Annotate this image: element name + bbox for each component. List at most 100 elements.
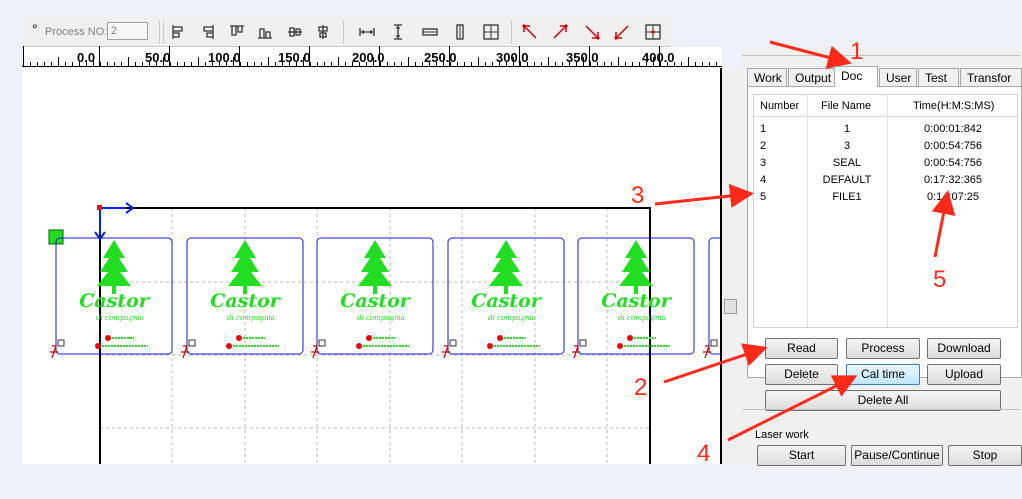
- table-row[interactable]: 1 1 0:00:01:842: [754, 121, 1017, 138]
- column-header-file-name[interactable]: File Name: [821, 100, 871, 112]
- cell-number: 5: [760, 191, 767, 203]
- tree-logo-icon: [358, 240, 392, 294]
- laser-work-label: Laser work: [755, 429, 809, 441]
- design-item[interactable]: Castor di compagnia: [50, 237, 173, 359]
- design-canvas[interactable]: Castor di compagnia Castor di compagnia Cast…: [22, 68, 722, 464]
- brand-text: Castor: [210, 290, 282, 312]
- toolbar-separator: [343, 20, 344, 44]
- toolbar-separator: [159, 20, 160, 44]
- tab-work[interactable]: Work: [747, 68, 787, 86]
- node-marker-icon: [442, 345, 450, 359]
- pause-continue-button[interactable]: Pause/Continue: [851, 445, 943, 466]
- design-item[interactable]: Castor di compagnia: [181, 237, 304, 359]
- align-vcenter-icon[interactable]: [312, 21, 334, 43]
- cell-number: 2: [760, 140, 767, 152]
- brand-subtext: di compagnia: [357, 314, 405, 322]
- file-table[interactable]: Number File Name Time(H:M:S:MS) 1 1 0:00…: [753, 94, 1018, 328]
- cell-file-name: 3: [843, 140, 851, 152]
- design-item[interactable]: Castor di compagnia: [572, 237, 695, 359]
- design-item[interactable]: Castordi compagnia: [703, 237, 722, 359]
- align-right-icon[interactable]: [196, 21, 218, 43]
- tab-user[interactable]: User: [879, 68, 917, 86]
- download-button[interactable]: Download: [927, 338, 1001, 359]
- table-row[interactable]: 2 3 0:00:54:756: [754, 138, 1017, 155]
- node-marker-icon: [50, 345, 58, 359]
- align-left-icon[interactable]: [168, 21, 190, 43]
- upload-button[interactable]: Upload: [927, 364, 1001, 385]
- toolbar-separator: [511, 20, 512, 44]
- table-header: Number File Name Time(H:M:S:MS): [754, 95, 1017, 117]
- annotation-number-5: 5: [933, 266, 947, 293]
- tree-logo-icon: [489, 240, 523, 294]
- column-header-time[interactable]: Time(H:M:S:MS): [913, 100, 994, 112]
- brand-text: Castor: [601, 290, 673, 312]
- table-row[interactable]: 4 DEFAULT 0:17:32:365: [754, 172, 1017, 189]
- scrollbar-thumb[interactable]: [724, 299, 737, 314]
- tab-test[interactable]: Test: [918, 68, 959, 86]
- cell-time: 0:00:54:756: [923, 157, 983, 169]
- design-item[interactable]: Castor di compagnia: [311, 237, 434, 359]
- table-row[interactable]: 3 SEAL 0:00:54:756: [754, 155, 1017, 172]
- read-button[interactable]: Read: [765, 338, 838, 359]
- vertical-scrollbar[interactable]: [722, 68, 740, 464]
- process-button[interactable]: Process: [846, 338, 920, 359]
- column-header-number[interactable]: Number: [760, 100, 799, 112]
- tree-logo-icon: [619, 240, 653, 294]
- right-panel: Work Output Doc User Test Transfor Numbe…: [740, 47, 1022, 466]
- cell-number: 1: [760, 123, 767, 135]
- delete-all-button[interactable]: Delete All: [765, 390, 1001, 411]
- tab-transform[interactable]: Transfor: [960, 68, 1022, 86]
- brand-subtext: di compagnia: [227, 314, 275, 322]
- align-top-icon[interactable]: [226, 21, 248, 43]
- brand-subtext: di compagnia: [488, 314, 536, 322]
- cell-file-name: FILE1: [832, 191, 862, 203]
- process-no-label: Process NO:: [45, 26, 108, 38]
- process-no-input[interactable]: [107, 22, 148, 40]
- panel-separator: [742, 409, 1020, 410]
- tab-doc[interactable]: Doc: [834, 66, 878, 87]
- same-height-icon[interactable]: [387, 21, 409, 43]
- brand-text: Castor: [471, 290, 543, 312]
- tree-logo-icon: [228, 240, 262, 294]
- delete-button[interactable]: Delete: [765, 364, 838, 385]
- annotation-number-2: 2: [634, 374, 648, 401]
- annotation-number-3: 3: [631, 182, 645, 209]
- brand-subtext: di compagnia: [96, 314, 144, 322]
- origin-center-icon[interactable]: [642, 21, 664, 43]
- tab-output[interactable]: Output: [788, 68, 835, 86]
- doc-tab-body: Number File Name Time(H:M:S:MS) 1 1 0:00…: [747, 86, 1022, 378]
- toolbar: ° Process NO:: [22, 17, 670, 47]
- design-item[interactable]: Castor di compagnia: [442, 237, 565, 359]
- center-icon[interactable]: [449, 21, 471, 43]
- origin-bottomright-icon[interactable]: [581, 21, 603, 43]
- origin-topleft-icon[interactable]: [519, 21, 541, 43]
- grid-icon[interactable]: [480, 21, 502, 43]
- cell-time: 0:00:54:756: [923, 140, 983, 152]
- cell-number: 3: [760, 157, 767, 169]
- node-marker-icon: [181, 345, 189, 359]
- align-hcenter-icon[interactable]: [284, 21, 306, 43]
- brand-text: Castor: [340, 290, 412, 312]
- cell-file-name: 1: [843, 123, 851, 135]
- brand-subtext: di compagnia: [618, 314, 666, 322]
- cell-file-name: DEFAULT: [822, 174, 872, 186]
- annotation-number-1: 1: [850, 38, 864, 65]
- cal-time-button[interactable]: Cal time: [846, 364, 920, 385]
- start-button[interactable]: Start: [757, 445, 846, 466]
- same-width-icon[interactable]: [356, 21, 378, 43]
- toolbar-separator: [163, 20, 164, 44]
- node-marker-icon: [703, 345, 711, 359]
- align-bottom-icon[interactable]: [254, 21, 276, 43]
- brand-text: Castor: [79, 290, 151, 312]
- origin-topright-icon[interactable]: [549, 21, 571, 43]
- annotation-number-4: 4: [697, 440, 711, 467]
- origin-bottomleft-icon[interactable]: [611, 21, 633, 43]
- same-size-icon[interactable]: [419, 21, 441, 43]
- cell-time: 0:17:32:365: [923, 174, 983, 186]
- degree-suffix: °: [32, 21, 38, 37]
- table-row[interactable]: 5 FILE1 0:14:07:25: [754, 189, 1017, 206]
- stop-button[interactable]: Stop: [948, 445, 1022, 466]
- canvas-drawing: Castor di compagnia Castor di compagnia Cast…: [48, 202, 722, 464]
- node-marker-icon: [311, 345, 319, 359]
- cell-time: 0:00:01:842: [923, 123, 983, 135]
